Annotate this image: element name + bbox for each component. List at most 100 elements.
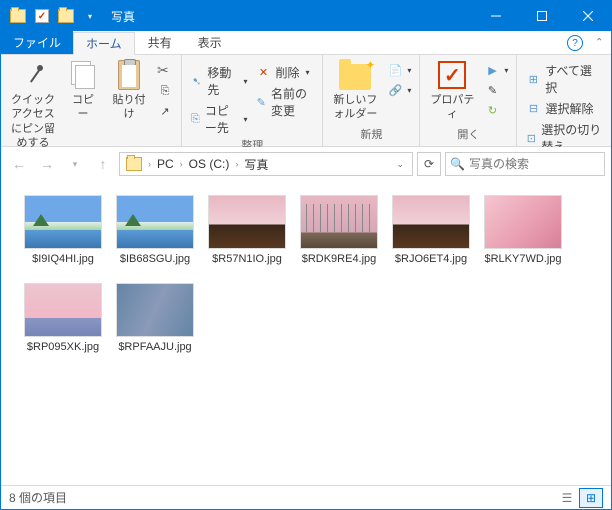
file-pane[interactable]: $I9IQ4HI.jpg $IB68SGU.jpg $R57N1IO.jpg $RDK… [1,181,611,485]
file-name: $RJO6ET4.jpg [395,253,467,265]
properties-icon: ✓ [438,61,466,89]
help-icon[interactable]: ? [567,35,583,51]
details-view-button[interactable]: ☰ [555,488,579,508]
edit-button[interactable]: ✎ [482,81,510,99]
new-item-button[interactable]: 📄▾ [385,61,413,79]
easy-access-button[interactable]: 🔗▾ [385,81,413,99]
rename-button[interactable]: ✎名前の変更 [253,84,316,120]
breadcrumb-pc[interactable]: PC [153,157,178,171]
file-name: $IB68SGU.jpg [120,253,190,265]
file-item[interactable]: $RPFAAJU.jpg [113,283,197,353]
select-all-icon: ⊞ [525,71,541,87]
recent-dropdown[interactable]: ▾ [63,152,87,176]
organize-group: ➷移動先▾ ⎘コピー先▾ ✕削除▾ ✎名前の変更 整理 [182,55,323,146]
view-tab[interactable]: 表示 [185,31,235,54]
file-tab[interactable]: ファイル [1,30,73,54]
maximize-button[interactable] [519,1,565,31]
select-none-button[interactable]: ⊟選択解除 [523,99,605,118]
file-item[interactable]: $RP095XK.jpg [21,283,105,353]
breadcrumb-folder[interactable]: 写真 [240,156,272,173]
file-item[interactable]: $IB68SGU.jpg [113,195,197,265]
back-button[interactable]: ← [7,152,31,176]
new-folder-button[interactable]: ✦ 新しいフォルダー [329,57,381,124]
navigation-bar: ← → ▾ ↑ › PC › OS (C:) › 写真 ⌄ ⟳ 🔍 [1,147,611,181]
file-name: $RPFAAJU.jpg [118,341,191,353]
scissors-icon: ✂ [157,62,169,79]
thumbnail [484,195,562,249]
history-icon: ↻ [484,102,500,118]
paste-button[interactable]: 貼り付け [107,57,151,124]
move-to-button[interactable]: ➷移動先▾ [188,63,249,99]
window-title: 写真 [111,8,135,25]
new-folder-icon: ✦ [339,64,371,90]
thumbnail [116,283,194,337]
open-button[interactable]: ▶▾ [482,61,510,79]
minimize-button[interactable] [473,1,519,31]
history-button[interactable]: ↻ [482,101,510,119]
file-name: $I9IQ4HI.jpg [32,253,94,265]
ribbon-tabs: ファイル ホーム 共有 表示 ⌄ ? [1,31,611,55]
copy-to-button[interactable]: ⎘コピー先▾ [188,101,249,137]
status-bar: 8 個の項目 ☰ ⊞ [1,485,611,509]
rename-icon: ✎ [255,94,267,110]
home-tab[interactable]: ホーム [73,32,135,55]
search-box[interactable]: 🔍 [445,152,605,176]
file-grid: $I9IQ4HI.jpg $IB68SGU.jpg $R57N1IO.jpg $RDK… [21,195,591,353]
file-item[interactable]: $RDK9RE4.jpg [297,195,381,265]
file-item[interactable]: $RLKY7WD.jpg [481,195,565,265]
file-name: $RLKY7WD.jpg [484,253,561,265]
open-icon: ▶ [484,62,500,78]
delete-button[interactable]: ✕削除▾ [253,63,316,82]
shortcut-icon: ↗ [157,103,173,119]
search-input[interactable] [469,157,612,171]
address-dropdown-icon[interactable]: ⌄ [390,159,410,170]
select-all-button[interactable]: ⊞すべて選択 [523,61,605,97]
edit-icon: ✎ [484,82,500,98]
select-none-icon: ⊟ [525,101,541,117]
qat-dropdown-icon[interactable]: ▾ [79,5,101,27]
thumbnail [300,195,378,249]
close-button[interactable] [565,1,611,31]
pin-to-quick-access-button[interactable]: クイック アクセスにピン留めする [7,57,59,152]
file-item[interactable]: $I9IQ4HI.jpg [21,195,105,265]
copy-button[interactable]: コピー [63,57,103,124]
copyto-icon: ⎘ [190,111,201,127]
properties-qat-button[interactable]: ✓ [31,5,53,27]
new-folder-qat-button[interactable] [55,5,77,27]
clipboard-group: クイック アクセスにピン留めする コピー 貼り付け ✂ ⎘ ↗ クリップボード [1,55,182,146]
address-bar[interactable]: › PC › OS (C:) › 写真 ⌄ [119,152,413,176]
refresh-button[interactable]: ⟳ [417,152,441,176]
thumbnail [24,195,102,249]
folder-icon[interactable] [7,5,29,27]
thumbnail [24,283,102,337]
item-count: 8 個の項目 [9,489,67,506]
file-item[interactable]: $R57N1IO.jpg [205,195,289,265]
clipboard-icon [118,60,140,90]
breadcrumb-drive[interactable]: OS (C:) [185,157,234,171]
select-group: ⊞すべて選択 ⊟選択解除 ⊡選択の切り替え 選択 [517,55,611,146]
share-tab[interactable]: 共有 [135,31,185,54]
explorer-window: ✓ ▾ 写真 ファイル ホーム 共有 表示 ⌄ ? クイック アクセスにピン留め… [0,0,612,510]
up-button[interactable]: ↑ [91,152,115,176]
thumbnails-view-button[interactable]: ⊞ [579,488,603,508]
ribbon: クイック アクセスにピン留めする コピー 貼り付け ✂ ⎘ ↗ クリップボード [1,55,611,147]
new-item-icon: 📄 [387,62,403,78]
forward-button[interactable]: → [35,152,59,176]
invert-selection-icon: ⊡ [525,130,537,146]
cut-button[interactable]: ✂ [155,61,175,80]
properties-button[interactable]: ✓ プロパティ [426,57,478,124]
file-name: $RP095XK.jpg [27,341,99,353]
file-name: $R57N1IO.jpg [212,253,282,265]
new-group: ✦ 新しいフォルダー 📄▾ 🔗▾ 新規 [323,55,420,146]
file-item[interactable]: $RJO6ET4.jpg [389,195,473,265]
titlebar: ✓ ▾ 写真 [1,1,611,31]
folder-icon [126,157,142,171]
chevron-right-icon[interactable]: › [180,159,183,169]
paste-shortcut-button[interactable]: ↗ [155,102,175,120]
chevron-right-icon[interactable]: › [148,159,151,169]
pin-icon [19,61,47,89]
copy-path-button[interactable]: ⎘ [155,82,175,100]
collapse-ribbon-icon[interactable]: ⌄ [595,35,603,46]
chevron-right-icon[interactable]: › [235,159,238,169]
moveto-icon: ➷ [190,73,203,89]
